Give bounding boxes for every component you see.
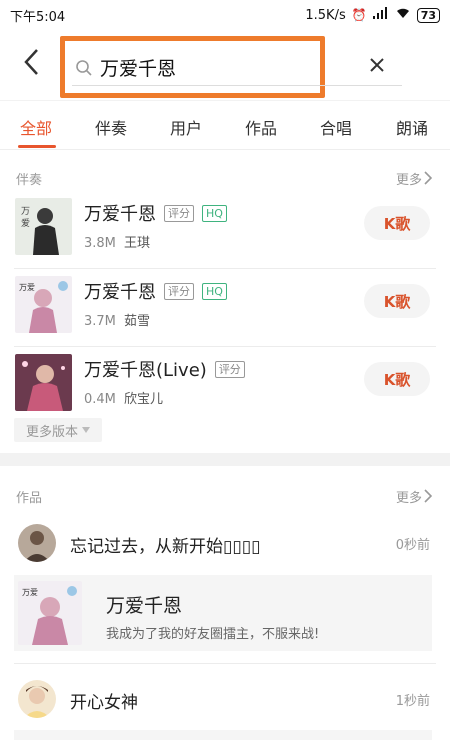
tab-users[interactable]: 用户 (170, 115, 202, 139)
avatar[interactable] (18, 524, 56, 562)
hq-tag: HQ (202, 282, 227, 300)
song-meta: 0.4M 欣宝儿 (84, 388, 163, 407)
card-subtitle: 我成为了我的好友圈擂主，不服来战! (106, 627, 320, 642)
k-sing-button[interactable]: K歌 (364, 362, 430, 396)
chevron-right-icon (424, 489, 432, 503)
timestamp: 0秒前 (395, 538, 430, 553)
tab-active-indicator (18, 145, 56, 148)
rating-tag: 评分 (164, 282, 194, 300)
signal-icon (372, 7, 389, 23)
avatar[interactable] (18, 680, 56, 718)
search-icon (72, 56, 96, 80)
file-size: 0.4M (84, 392, 116, 407)
tab-works[interactable]: 作品 (245, 115, 277, 139)
artist-name: 茹雪 (124, 314, 151, 329)
close-icon (370, 58, 384, 72)
status-icons: 1.5K/s ⏰ 73 (305, 7, 440, 23)
artist-name: 王琪 (124, 236, 151, 251)
file-size: 3.8M (84, 236, 116, 251)
more-versions-button[interactable]: 更多版本 (14, 418, 102, 442)
divider (14, 268, 436, 269)
search-field[interactable] (72, 50, 402, 86)
tab-chorus[interactable]: 合唱 (320, 115, 352, 139)
song-row[interactable]: 万爱 万爱千恩 评分 HQ 3.8M 王琪 K歌 (0, 194, 450, 270)
more-label: 更多 (395, 172, 422, 188)
works-section-header: 作品 更多 (0, 482, 450, 510)
accompaniment-section-header: 伴奏 更多 (0, 164, 450, 192)
more-works-link[interactable]: 更多 (396, 487, 432, 506)
tab-all[interactable]: 全部 (20, 115, 52, 139)
work-user-row[interactable]: 忘记过去，从新开始▯▯▯▯ 0秒前 (0, 522, 450, 566)
song-row[interactable]: 万爱千恩(Live) 评分 0.4M 欣宝儿 K歌 (0, 350, 450, 426)
album-cover: 万爱 (18, 581, 82, 645)
work-song-card[interactable]: 万爱 万爱千恩 我成为了我的好友圈擂主，不服来战! (14, 575, 432, 651)
work-title: 开心女神 (70, 693, 138, 713)
status-time: 下午5:04 (10, 9, 66, 25)
album-cover: 万爱 (15, 276, 72, 333)
back-button[interactable] (16, 44, 46, 80)
song-title: 万爱千恩(Live) (84, 360, 207, 381)
rating-tag: 评分 (214, 360, 245, 378)
timestamp: 1秒前 (395, 694, 430, 709)
song-title: 万爱千恩 (84, 282, 156, 303)
more-versions-label: 更多版本 (25, 424, 78, 440)
card-title: 万爱千恩 (106, 595, 183, 617)
svg-text:万爱: 万爱 (22, 588, 38, 597)
svg-text:万爱: 万爱 (19, 283, 35, 292)
k-sing-button[interactable]: K歌 (364, 284, 430, 318)
more-label: 更多 (395, 490, 422, 506)
album-cover (15, 354, 72, 411)
net-speed: 1.5K/s (305, 7, 346, 23)
section-title: 作品 (16, 490, 43, 506)
song-title-row: 万爱千恩 评分 HQ (84, 200, 227, 226)
song-title-row: 万爱千恩 评分 HQ (84, 278, 227, 304)
song-title-row: 万爱千恩(Live) 评分 (84, 356, 245, 382)
work-song-card-partial[interactable] (14, 730, 432, 740)
wifi-icon (395, 7, 411, 23)
section-separator (0, 453, 450, 466)
search-input[interactable] (100, 56, 350, 79)
divider (14, 346, 436, 347)
song-meta: 3.8M 王琪 (84, 232, 150, 251)
clear-button[interactable] (364, 52, 390, 78)
caret-down-icon (82, 427, 90, 433)
section-title: 伴奏 (16, 172, 43, 188)
work-title: 忘记过去，从新开始▯▯▯▯ (70, 537, 261, 557)
album-cover: 万爱 (15, 198, 72, 255)
status-bar: 下午5:04 1.5K/s ⏰ 73 (0, 0, 450, 30)
k-sing-button[interactable]: K歌 (364, 206, 430, 240)
svg-text:爱: 爱 (21, 218, 30, 229)
category-tabs: 全部 伴奏 用户 作品 合唱 朗诵 (0, 100, 450, 150)
hq-tag: HQ (202, 204, 227, 222)
tab-accompaniment[interactable]: 伴奏 (95, 115, 127, 139)
battery-icon: 73 (416, 7, 440, 23)
file-size: 3.7M (84, 314, 116, 329)
song-meta: 3.7M 茹雪 (84, 310, 150, 329)
rating-tag: 评分 (164, 204, 194, 222)
song-title: 万爱千恩 (84, 204, 156, 225)
work-user-row[interactable]: 开心女神 1秒前 (0, 678, 450, 722)
tab-recitation[interactable]: 朗诵 (396, 115, 428, 139)
divider (14, 663, 436, 664)
artist-name: 欣宝儿 (124, 392, 164, 407)
chevron-left-icon (24, 49, 38, 75)
svg-text:万: 万 (21, 207, 30, 217)
song-row[interactable]: 万爱 万爱千恩 评分 HQ 3.7M 茹雪 K歌 (0, 272, 450, 348)
more-accompaniment-link[interactable]: 更多 (396, 169, 432, 188)
alarm-off-icon: ⏰ (351, 8, 367, 22)
search-bar (0, 30, 450, 100)
chevron-right-icon (424, 171, 432, 185)
